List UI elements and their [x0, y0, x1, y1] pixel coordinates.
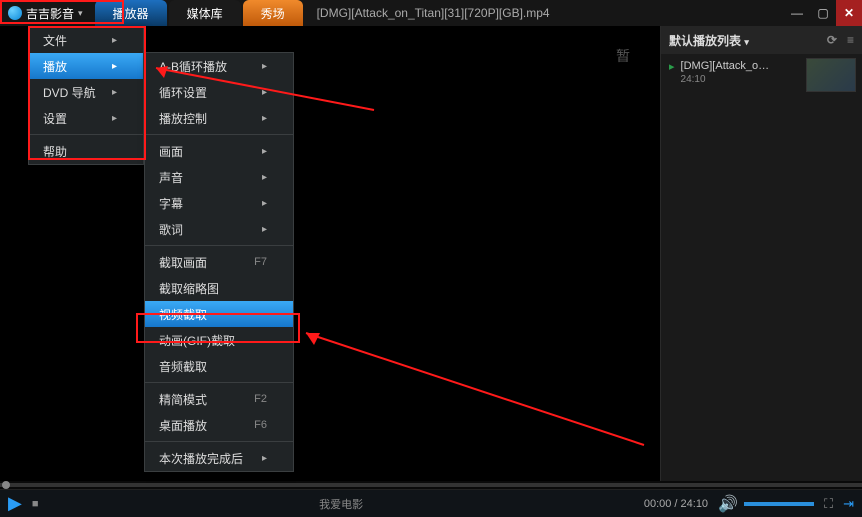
menu-separator — [145, 134, 293, 135]
menu-separator — [29, 134, 143, 135]
submenu-item-lyrics[interactable]: 歌词▸ — [145, 216, 293, 242]
app-brand-menu[interactable]: 吉吉影音 ▾ — [0, 0, 91, 26]
menu-item-dvd[interactable]: DVD 导航▸ — [29, 79, 143, 105]
chevron-right-icon: ▸ — [262, 61, 267, 72]
window-buttons: — ▢ ✕ — [784, 0, 862, 26]
submenu-item-video-capture[interactable]: 视频截取 — [145, 301, 293, 327]
center-text: 我爱电影 — [49, 496, 634, 512]
tab-show[interactable]: 秀场 — [243, 0, 303, 26]
play-button[interactable]: ▶ — [8, 493, 22, 514]
submenu-item-screenshot[interactable]: 截取画面F7 — [145, 249, 293, 275]
chevron-down-icon: ▾ — [744, 37, 749, 47]
submenu-item-compact-mode[interactable]: 精简模式F2 — [145, 386, 293, 412]
titlebar: 吉吉影音 ▾ 播放器 媒体库 秀场 [DMG][Attack_on_Titan]… — [0, 0, 862, 26]
submenu-item-after-play[interactable]: 本次播放完成后▸ — [145, 445, 293, 471]
menu-item-settings[interactable]: 设置▸ — [29, 105, 143, 131]
chevron-right-icon: ▸ — [112, 87, 117, 98]
submenu-item-play-control[interactable]: 播放控制▸ — [145, 105, 293, 131]
chevron-right-icon: ▸ — [262, 87, 267, 98]
chevron-right-icon: ▸ — [262, 453, 267, 464]
volume-control[interactable]: 🔊 — [718, 494, 814, 514]
submenu-item-loop-settings[interactable]: 循环设置▸ — [145, 79, 293, 105]
chevron-right-icon: ▸ — [112, 35, 117, 46]
stop-button[interactable]: ■ — [32, 498, 39, 510]
playlist-item-duration: 24:10 — [681, 74, 770, 85]
chevron-right-icon: ▸ — [112, 113, 117, 124]
time-display: 00:00 / 24:10 — [644, 498, 708, 510]
menu-separator — [145, 441, 293, 442]
video-placeholder-text: 暂 — [616, 46, 630, 66]
menu-item-help[interactable]: 帮助 — [29, 138, 143, 164]
playlist-refresh-icon[interactable]: ⟳ — [827, 33, 837, 47]
menu-item-file[interactable]: 文件▸ — [29, 27, 143, 53]
chevron-right-icon: ▸ — [262, 198, 267, 209]
submenu-item-audio-capture[interactable]: 音频截取 — [145, 353, 293, 379]
progress-handle[interactable] — [2, 481, 10, 489]
playlist-thumbnail — [806, 58, 856, 92]
chevron-down-icon: ▾ — [78, 8, 83, 19]
chevron-right-icon: ▸ — [262, 146, 267, 157]
submenu-item-audio[interactable]: 声音▸ — [145, 164, 293, 190]
playlist-item[interactable]: ▸ [DMG][Attack_o… 24:10 — [661, 54, 862, 91]
close-button[interactable]: ✕ — [836, 0, 862, 26]
play-indicator-icon: ▸ — [669, 60, 675, 85]
maximize-button[interactable]: ▢ — [810, 0, 836, 26]
app-logo-icon — [8, 6, 22, 20]
playlist-header: 默认播放列表 ▾ ⟳ ≡ — [661, 26, 862, 54]
tab-library[interactable]: 媒体库 — [169, 0, 241, 26]
progress-bar[interactable] — [0, 481, 862, 489]
expand-button[interactable]: ⇥ — [843, 496, 854, 512]
playlist-menu-icon[interactable]: ≡ — [847, 33, 854, 47]
minimize-button[interactable]: — — [784, 0, 810, 26]
chevron-right-icon: ▸ — [262, 224, 267, 235]
tab-library-label: 媒体库 — [187, 5, 223, 22]
chevron-right-icon: ▸ — [262, 113, 267, 124]
main-context-menu: 文件▸ 播放▸ DVD 导航▸ 设置▸ 帮助 — [28, 26, 144, 165]
submenu-item-gif-capture[interactable]: 动画(GIF)截取 — [145, 327, 293, 353]
chevron-right-icon: ▸ — [262, 172, 267, 183]
fullscreen-button[interactable]: ⛶ — [824, 496, 833, 512]
tab-show-label: 秀场 — [261, 5, 285, 22]
tab-player[interactable]: 播放器 — [95, 0, 167, 26]
volume-slider[interactable] — [744, 502, 814, 506]
play-submenu: A-B循环播放▸ 循环设置▸ 播放控制▸ 画面▸ 声音▸ 字幕▸ 歌词▸ 截取画… — [144, 52, 294, 472]
submenu-item-abloop[interactable]: A-B循环播放▸ — [145, 53, 293, 79]
menu-separator — [145, 245, 293, 246]
controls-bar: ▶ ■ 我爱电影 00:00 / 24:10 🔊 ⛶ ⇥ — [0, 489, 862, 517]
submenu-item-thumbnail[interactable]: 截取缩略图 — [145, 275, 293, 301]
app-name: 吉吉影音 — [26, 5, 74, 22]
submenu-item-subtitle[interactable]: 字幕▸ — [145, 190, 293, 216]
main-tabs: 播放器 媒体库 秀场 — [95, 0, 305, 26]
menu-separator — [145, 382, 293, 383]
playlist-title[interactable]: 默认播放列表 ▾ — [669, 32, 749, 49]
chevron-right-icon: ▸ — [112, 61, 117, 72]
current-file-title: [DMG][Attack_on_Titan][31][720P][GB].mp4 — [305, 0, 784, 26]
menu-item-play[interactable]: 播放▸ — [29, 53, 143, 79]
submenu-item-video[interactable]: 画面▸ — [145, 138, 293, 164]
tab-player-label: 播放器 — [113, 5, 149, 22]
playlist-item-name: [DMG][Attack_o… — [681, 60, 770, 72]
playlist-panel: 默认播放列表 ▾ ⟳ ≡ ▸ [DMG][Attack_o… 24:10 — [660, 26, 862, 489]
submenu-item-desktop-play[interactable]: 桌面播放F6 — [145, 412, 293, 438]
volume-icon: 🔊 — [718, 494, 738, 514]
